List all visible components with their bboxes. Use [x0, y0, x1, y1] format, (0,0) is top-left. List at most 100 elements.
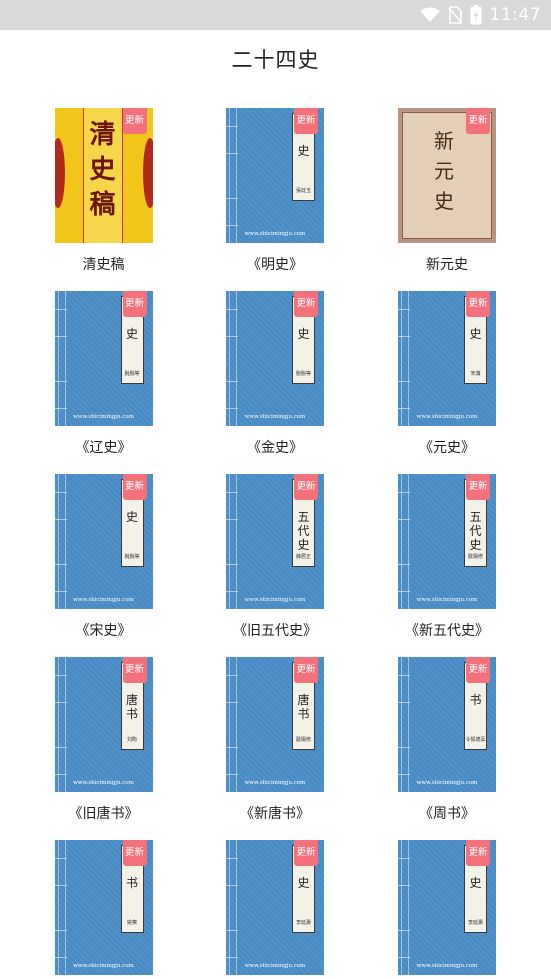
- cover-url: www.shicimingju.com: [244, 963, 306, 969]
- book-title: 《宋史》: [75, 623, 132, 639]
- book-card[interactable]: 史李延壽 www.shicimingju.com 更新: [361, 840, 533, 979]
- book-cover[interactable]: 唐书 刘昫 www.shicimingju.com 更新: [54, 657, 153, 792]
- book-card[interactable]: 史脫脫等 www.shicimingju.com 更新《金史》: [189, 291, 361, 474]
- book-cover[interactable]: 书姚察 www.shicimingju.com 更新: [54, 840, 153, 975]
- binding-stitch: [398, 885, 410, 886]
- book-cover[interactable]: 史脫脫等 www.shicimingju.com 更新: [54, 291, 153, 426]
- book-card[interactable]: 清史稿 更新 清史稿: [18, 108, 189, 291]
- binding-stitch: [226, 675, 238, 676]
- wifi-icon: [419, 7, 440, 23]
- update-badge: 更新: [122, 840, 147, 866]
- cover-url: www.shicimingju.com: [244, 780, 306, 786]
- binding-stitch: [226, 126, 238, 127]
- update-badge: 更新: [122, 657, 147, 683]
- binding-stitch: [226, 564, 238, 565]
- binding-spine: [57, 291, 66, 426]
- book-title: 《辽史》: [75, 440, 132, 456]
- update-badge: 更新: [466, 108, 490, 134]
- strip-author: 姚察: [126, 920, 137, 926]
- binding-stitch: [398, 774, 410, 775]
- update-badge: 更新: [294, 657, 318, 683]
- binding-stitch: [398, 957, 410, 958]
- binding-spine: [401, 840, 409, 975]
- book-card[interactable]: 五代史 歐陽修 www.shicimingju.com 更新 《新五代史》: [361, 474, 533, 657]
- book-cover[interactable]: 史脫脫等 www.shicimingju.com 更新: [54, 474, 153, 609]
- binding-stitch: [226, 591, 238, 592]
- binding-spine: [229, 474, 237, 609]
- cover-url: www.shicimingju.com: [416, 597, 478, 603]
- strip-author: 宋濂: [470, 371, 481, 377]
- no-sim-icon: [447, 6, 462, 24]
- status-bar: 11:47: [0, 0, 551, 30]
- binding-spine: [401, 474, 409, 609]
- update-badge: 更新: [294, 108, 318, 134]
- binding-stitch: [398, 564, 410, 565]
- book-card[interactable]: 史脫脫等 www.shicimingju.com 更新《宋史》: [18, 474, 189, 657]
- status-time: 11:47: [489, 5, 541, 25]
- book-cover[interactable]: 清史稿 更新: [54, 108, 153, 243]
- binding-stitch: [226, 930, 238, 931]
- binding-stitch: [226, 198, 238, 199]
- strip-title: 书: [469, 693, 482, 707]
- binding-stitch: [398, 492, 410, 493]
- binding-stitch: [54, 885, 67, 886]
- book-title: 《旧五代史》: [233, 623, 317, 639]
- strip-author: 張廷玉: [295, 188, 311, 194]
- strip-author: 刘昫: [126, 737, 137, 743]
- book-card[interactable]: 史宋濂 www.shicimingju.com 更新 《元史》: [361, 291, 533, 474]
- cover-url: www.shicimingju.com: [244, 231, 306, 237]
- binding-stitch: [54, 564, 67, 565]
- strip-author: 歐陽修: [467, 554, 483, 560]
- strip-title: 书: [125, 876, 138, 890]
- book-card[interactable]: 史脫脫等 www.shicimingju.com 更新 《辽史》: [18, 291, 189, 474]
- binding-spine: [229, 657, 237, 792]
- book-card[interactable]: 史張廷玉 www.shicimingju.com 更新 《明史》: [189, 108, 361, 291]
- strip-title: 唐书: [125, 693, 138, 721]
- strip-title: 史: [297, 144, 310, 158]
- book-card[interactable]: 新元史 更新 新元史: [361, 108, 533, 291]
- binding-stitch: [54, 702, 67, 703]
- book-cover[interactable]: 史脫脫等 www.shicimingju.com 更新: [226, 291, 324, 426]
- book-title: 《金史》: [247, 440, 303, 456]
- book-card[interactable]: 书姚察 www.shicimingju.com 更新: [18, 840, 189, 979]
- update-badge: 更新: [122, 291, 147, 317]
- binding-stitch: [226, 153, 238, 154]
- book-card[interactable]: 唐书 歐陽修 www.shicimingju.com 更新 《新唐书》: [189, 657, 361, 840]
- binding-spine: [57, 840, 66, 975]
- book-card[interactable]: 书令狐德棻 www.shicimingju.com 更新 《周书》: [361, 657, 533, 840]
- book-card[interactable]: 唐书 刘昫 www.shicimingju.com 更新 《旧唐书》: [18, 657, 189, 840]
- book-grid: 清史稿 更新 清史稿史張廷玉 www.shicimingju.com 更新 《明史》 新元史…: [0, 108, 551, 979]
- book-cover[interactable]: 书令狐德棻 www.shicimingju.com 更新: [398, 657, 496, 792]
- book-title: 《新五代史》: [405, 623, 489, 639]
- binding-stitch: [226, 519, 238, 520]
- binding-spine: [401, 657, 409, 792]
- binding-stitch: [54, 591, 67, 592]
- cover-title: 新元史: [434, 129, 454, 213]
- book-cover[interactable]: 史李延壽 www.shicimingju.com 更新: [226, 840, 324, 975]
- cover-url: www.shicimingju.com: [416, 780, 478, 786]
- update-badge: 更新: [122, 108, 147, 134]
- update-badge: 更新: [122, 474, 147, 500]
- book-cover[interactable]: 史宋濂 www.shicimingju.com 更新: [398, 291, 496, 426]
- binding-spine: [57, 657, 66, 792]
- binding-stitch: [226, 957, 238, 958]
- book-cover[interactable]: 唐书 歐陽修 www.shicimingju.com 更新: [226, 657, 324, 792]
- book-cover[interactable]: 五代史 薛居正 www.shicimingju.com 更新: [226, 474, 324, 609]
- binding-spine: [401, 291, 409, 426]
- strip-author: 李延壽: [295, 920, 311, 926]
- binding-stitch: [54, 336, 67, 337]
- binding-stitch: [398, 336, 410, 337]
- cover-ornament: [54, 138, 65, 208]
- binding-stitch: [226, 702, 238, 703]
- book-card[interactable]: 五代史 薛居正 www.shicimingju.com 更新《旧五代史》: [189, 474, 361, 657]
- binding-stitch: [226, 309, 238, 310]
- book-cover[interactable]: 史張廷玉 www.shicimingju.com 更新: [226, 108, 324, 243]
- book-card[interactable]: 史李延壽 www.shicimingju.com 更新: [189, 840, 361, 979]
- book-cover[interactable]: 新元史 更新: [398, 108, 496, 243]
- book-cover[interactable]: 五代史 歐陽修 www.shicimingju.com 更新: [398, 474, 496, 609]
- cover-url: www.shicimingju.com: [244, 597, 306, 603]
- book-cover[interactable]: 史李延壽 www.shicimingju.com 更新: [398, 840, 496, 975]
- app-header: 二十四史: [0, 30, 551, 88]
- cover-url: www.shicimingju.com: [73, 414, 134, 420]
- update-badge: 更新: [466, 840, 490, 866]
